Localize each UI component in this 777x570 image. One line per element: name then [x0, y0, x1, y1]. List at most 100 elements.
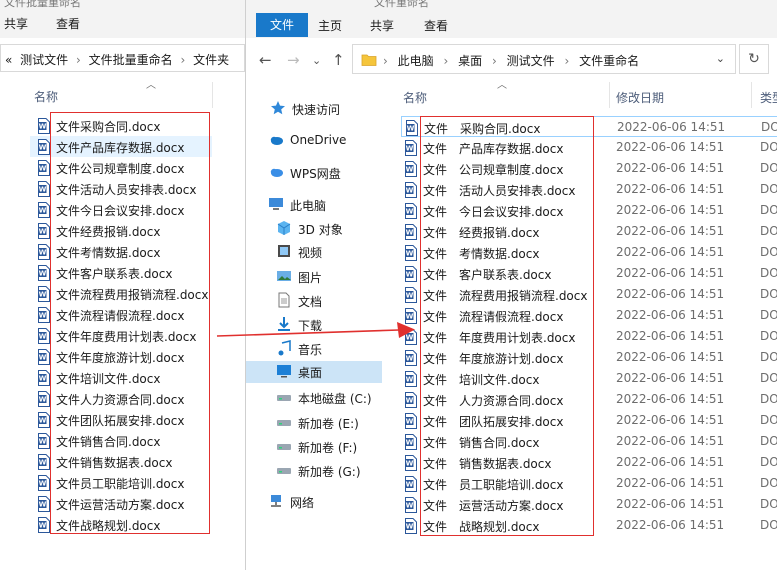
- cube-icon: [276, 220, 292, 236]
- column-divider[interactable]: [609, 82, 610, 108]
- file-modified-date: 2022-06-06 14:51: [616, 413, 725, 427]
- back-tab-share[interactable]: 共享: [4, 15, 28, 32]
- crumb-test-folder[interactable]: 测试文件: [20, 53, 68, 67]
- nav-item[interactable]: 本地磁盘 (C:): [246, 387, 382, 409]
- file-type: DO: [760, 182, 777, 196]
- svg-text:W: W: [39, 354, 47, 362]
- nav-item-label: 3D 对象: [298, 223, 343, 237]
- nav-item[interactable]: 图片: [246, 266, 382, 288]
- crumb-test-folder[interactable]: 测试文件: [507, 54, 555, 68]
- word-doc-icon: W: [38, 433, 50, 449]
- column-modified-header[interactable]: 修改日期: [616, 89, 664, 106]
- drive-icon: [276, 462, 292, 478]
- svg-text:W: W: [406, 418, 414, 426]
- crumb-separator-icon: ›: [383, 54, 388, 68]
- nav-item-label: 桌面: [298, 366, 323, 380]
- address-dropdown-icon[interactable]: ⌄: [716, 52, 725, 65]
- annotation-box-original-names: [50, 112, 210, 534]
- back-column-name-header[interactable]: 名称: [34, 88, 58, 105]
- file-modified-date: 2022-06-06 14:51: [616, 203, 725, 217]
- column-name-header[interactable]: 名称: [403, 89, 427, 106]
- nav-item-label: OneDrive: [290, 133, 347, 147]
- nav-item-label: 本地磁盘 (C:): [298, 392, 372, 406]
- file-type: DO: [760, 518, 777, 532]
- refresh-button[interactable]: ↻: [739, 44, 769, 74]
- svg-text:W: W: [39, 291, 47, 299]
- back-address-bar[interactable]: « 测试文件 › 文件批量重命名 › 文件夹: [0, 44, 245, 72]
- column-type-header[interactable]: 类型: [760, 89, 777, 106]
- svg-text:W: W: [39, 396, 47, 404]
- crumb-batch-rename[interactable]: 文件批量重命名: [89, 53, 173, 67]
- svg-text:W: W: [39, 522, 47, 530]
- file-modified-date: 2022-06-06 14:51: [616, 140, 725, 154]
- word-doc-icon: W: [38, 181, 50, 197]
- nav-item[interactable]: 新加卷 (E:): [246, 412, 382, 434]
- file-type: DO: [760, 371, 777, 385]
- crumb-this-pc[interactable]: 此电脑: [398, 54, 434, 68]
- svg-text:W: W: [39, 123, 47, 131]
- nav-item[interactable]: 快速访问: [246, 98, 382, 120]
- nav-item[interactable]: 网络: [246, 491, 382, 513]
- nav-item[interactable]: 文档: [246, 290, 382, 312]
- back-arrow-icon[interactable]: ←: [259, 51, 272, 69]
- nav-item-label: 新加卷 (E:): [298, 417, 359, 431]
- tab-view[interactable]: 查看: [424, 17, 448, 34]
- annotation-arrow-icon: [216, 322, 415, 338]
- file-modified-date: 2022-06-06 14:51: [616, 329, 725, 343]
- word-doc-icon: W: [405, 287, 417, 303]
- word-doc-icon: W: [405, 434, 417, 450]
- word-doc-icon: W: [405, 350, 417, 366]
- file-type: DO: [760, 224, 777, 238]
- recent-dropdown-icon[interactable]: ⌄: [312, 54, 321, 67]
- svg-text:W: W: [39, 438, 47, 446]
- file-modified-date: 2022-06-06 14:51: [616, 308, 725, 322]
- svg-text:W: W: [39, 501, 47, 509]
- nav-item[interactable]: OneDrive: [246, 130, 382, 152]
- svg-text:W: W: [406, 355, 414, 363]
- word-doc-icon: W: [38, 223, 50, 239]
- word-doc-icon: W: [405, 182, 417, 198]
- computer-icon: [268, 196, 284, 212]
- up-arrow-icon[interactable]: ↑: [332, 51, 345, 69]
- column-divider[interactable]: [751, 82, 752, 108]
- nav-item-label: 此电脑: [290, 199, 327, 213]
- forward-arrow-icon[interactable]: →: [287, 51, 300, 69]
- nav-item-label: 视频: [298, 246, 323, 260]
- svg-text:W: W: [407, 125, 415, 133]
- nav-item[interactable]: 视频: [246, 241, 382, 263]
- file-modified-date: 2022-06-06 14:51: [616, 266, 725, 280]
- nav-item[interactable]: WPS网盘: [246, 162, 382, 184]
- nav-item-label: 网络: [290, 496, 315, 510]
- word-doc-icon: W: [405, 266, 417, 282]
- tab-file[interactable]: 文件: [256, 13, 308, 37]
- cloud-icon: [268, 132, 284, 148]
- crumb-rename-folder[interactable]: 文件重命名: [579, 54, 639, 68]
- drive-icon: [276, 414, 292, 430]
- svg-text:W: W: [406, 250, 414, 258]
- tab-home[interactable]: 主页: [318, 17, 342, 34]
- svg-text:W: W: [406, 397, 414, 405]
- nav-item-label: 快速访问: [292, 103, 341, 117]
- svg-text:W: W: [406, 460, 414, 468]
- column-divider[interactable]: [212, 82, 213, 108]
- svg-text:W: W: [39, 207, 47, 215]
- document-icon: [276, 292, 292, 308]
- nav-item[interactable]: 3D 对象: [246, 218, 382, 240]
- front-address-bar[interactable]: › 此电脑 › 桌面 › 测试文件 › 文件重命名 ⌄: [352, 44, 736, 74]
- overflow-chevron-icon[interactable]: «: [5, 53, 12, 67]
- file-modified-date: 2022-06-06 14:51: [616, 497, 725, 511]
- back-tab-view[interactable]: 查看: [56, 15, 80, 32]
- crumb-desktop[interactable]: 桌面: [458, 54, 482, 68]
- svg-text:W: W: [406, 145, 414, 153]
- nav-item[interactable]: 此电脑: [246, 194, 382, 216]
- nav-item[interactable]: 新加卷 (G:): [246, 460, 382, 482]
- svg-text:W: W: [406, 523, 414, 531]
- nav-item[interactable]: 新加卷 (F:): [246, 436, 382, 458]
- file-modified-date: 2022-06-06 14:51: [616, 455, 725, 469]
- svg-text:W: W: [406, 229, 414, 237]
- nav-item[interactable]: 桌面: [246, 361, 382, 383]
- word-doc-icon: W: [38, 412, 50, 428]
- tab-share[interactable]: 共享: [370, 17, 394, 34]
- file-type: DO: [760, 413, 777, 427]
- crumb-folder[interactable]: 文件夹: [193, 53, 229, 67]
